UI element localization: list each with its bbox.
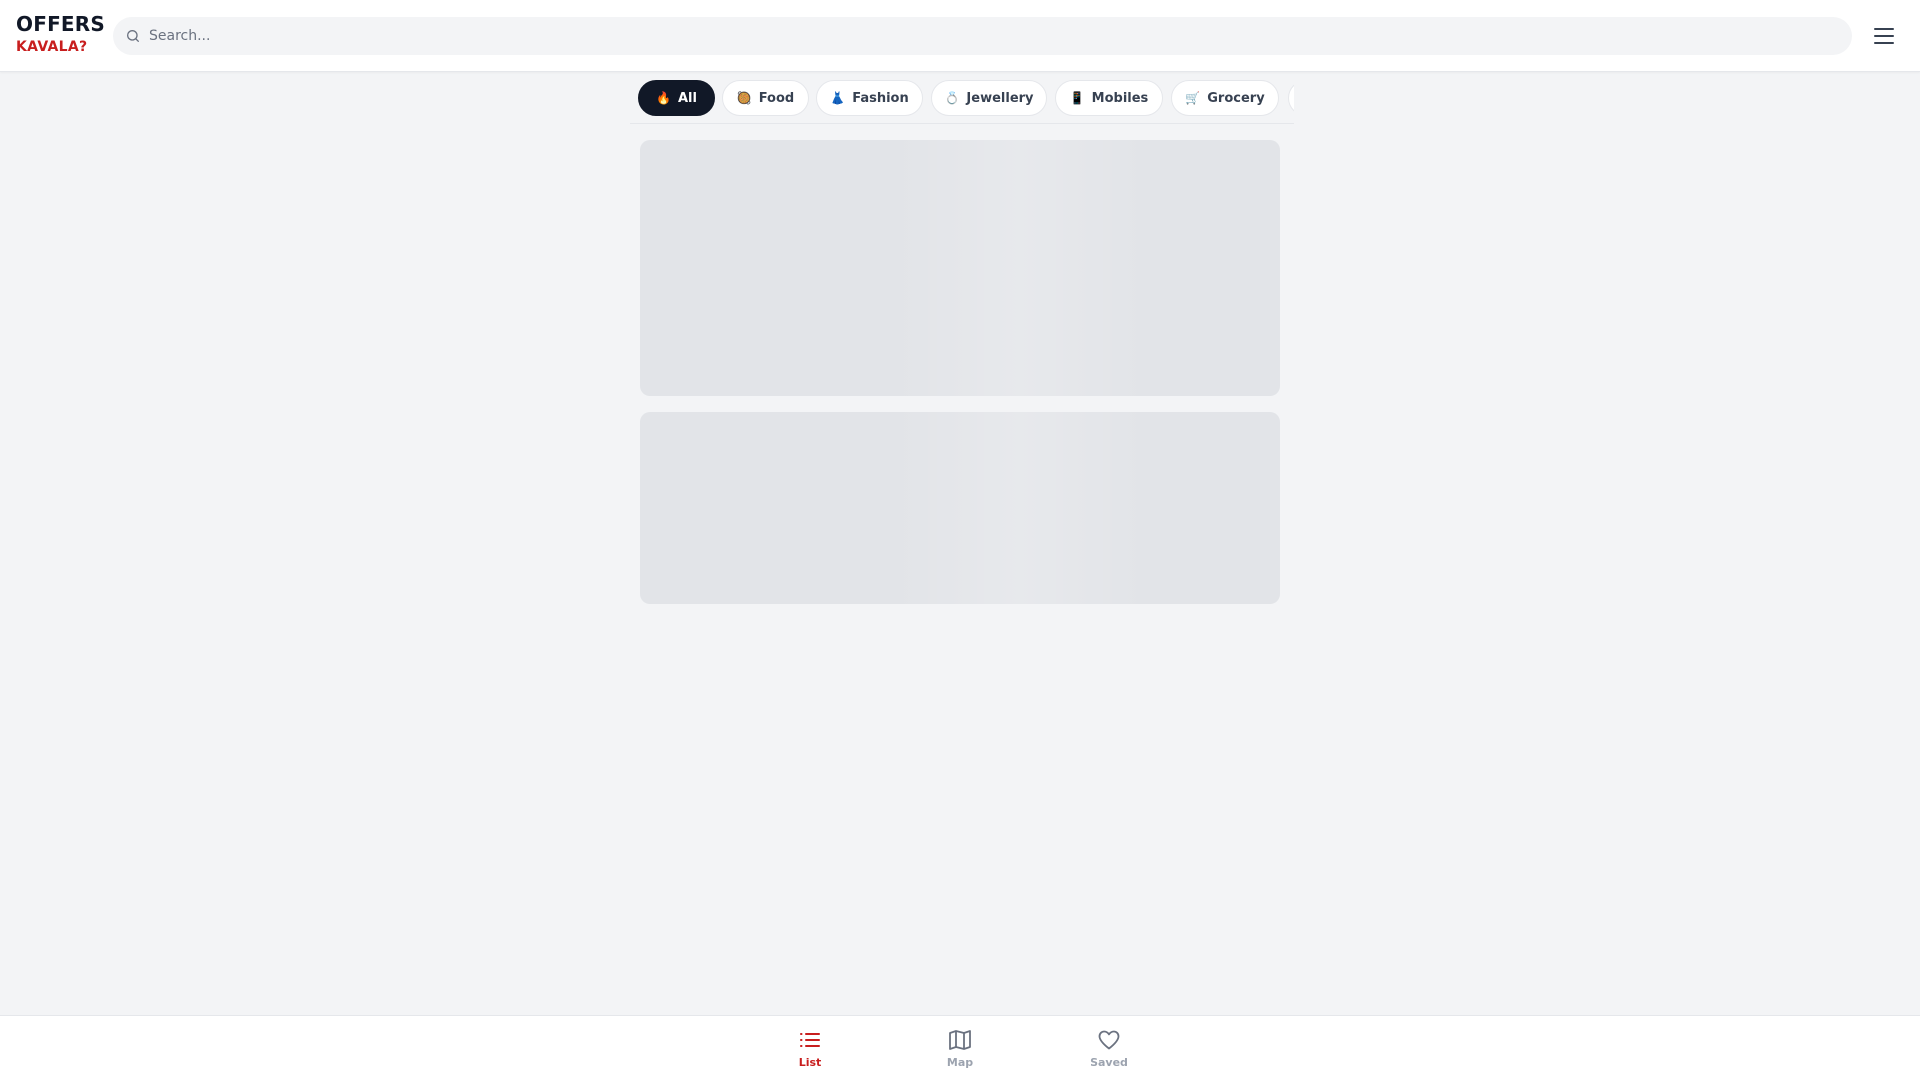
nav-map[interactable]: Map — [920, 1028, 1000, 1074]
category-label: All — [677, 90, 697, 106]
mobile-phone-icon: 📱 — [1069, 91, 1085, 105]
category-label: Mobiles — [1091, 90, 1149, 106]
heart-icon — [1098, 1030, 1120, 1050]
category-pill-food[interactable]: 🥘 Food — [722, 80, 809, 116]
category-label: Grocery — [1207, 90, 1265, 106]
category-label: Fashion — [852, 90, 909, 106]
app-logo[interactable]: OFFERS KAVALA? — [16, 14, 105, 54]
shopping-cart-icon: 🛒 — [1185, 91, 1201, 105]
top-header: OFFERS KAVALA? — [0, 0, 1920, 72]
category-pill-jewellery[interactable]: 💍 Jewellery — [931, 80, 1047, 116]
search-input[interactable] — [149, 17, 1829, 55]
category-pill-fashion[interactable]: 👗 Fashion — [816, 80, 923, 116]
category-pill-more[interactable] — [1288, 80, 1294, 116]
menu-button[interactable] — [1872, 22, 1896, 50]
bottom-navigation: List Map Saved — [0, 1015, 1920, 1080]
fire-icon: 🔥 — [656, 91, 671, 105]
category-pill-grocery[interactable]: 🛒 Grocery — [1171, 80, 1279, 116]
category-label: Food — [758, 90, 795, 106]
category-pill-mobiles[interactable]: 📱 Mobiles — [1055, 80, 1163, 116]
logo-title: OFFERS — [16, 12, 105, 36]
nav-map-label: Map — [946, 1056, 974, 1069]
map-icon — [949, 1030, 971, 1050]
ring-icon: 💍 — [944, 91, 960, 105]
list-icon — [800, 1033, 820, 1047]
nav-saved-label: Saved — [1090, 1056, 1128, 1069]
offer-card-skeleton — [640, 140, 1280, 396]
nav-saved[interactable]: Saved — [1069, 1028, 1149, 1074]
nav-list[interactable]: List — [770, 1028, 850, 1074]
nav-list-label: List — [798, 1056, 822, 1069]
search-icon — [127, 30, 139, 42]
search-bar — [113, 17, 1852, 55]
food-pot-icon: 🥘 — [736, 91, 752, 105]
category-filter-bar: 🔥 All 🥘 Food 👗 Fashion 💍 Jewellery 📱 Mob… — [630, 80, 1294, 124]
category-pill-all[interactable]: 🔥 All — [638, 80, 715, 116]
hamburger-menu-icon — [1874, 28, 1894, 44]
offer-card-skeleton — [640, 412, 1280, 604]
dress-icon: 👗 — [830, 91, 846, 105]
category-label: Jewellery — [966, 90, 1034, 106]
logo-subtitle: KAVALA? — [16, 39, 88, 55]
